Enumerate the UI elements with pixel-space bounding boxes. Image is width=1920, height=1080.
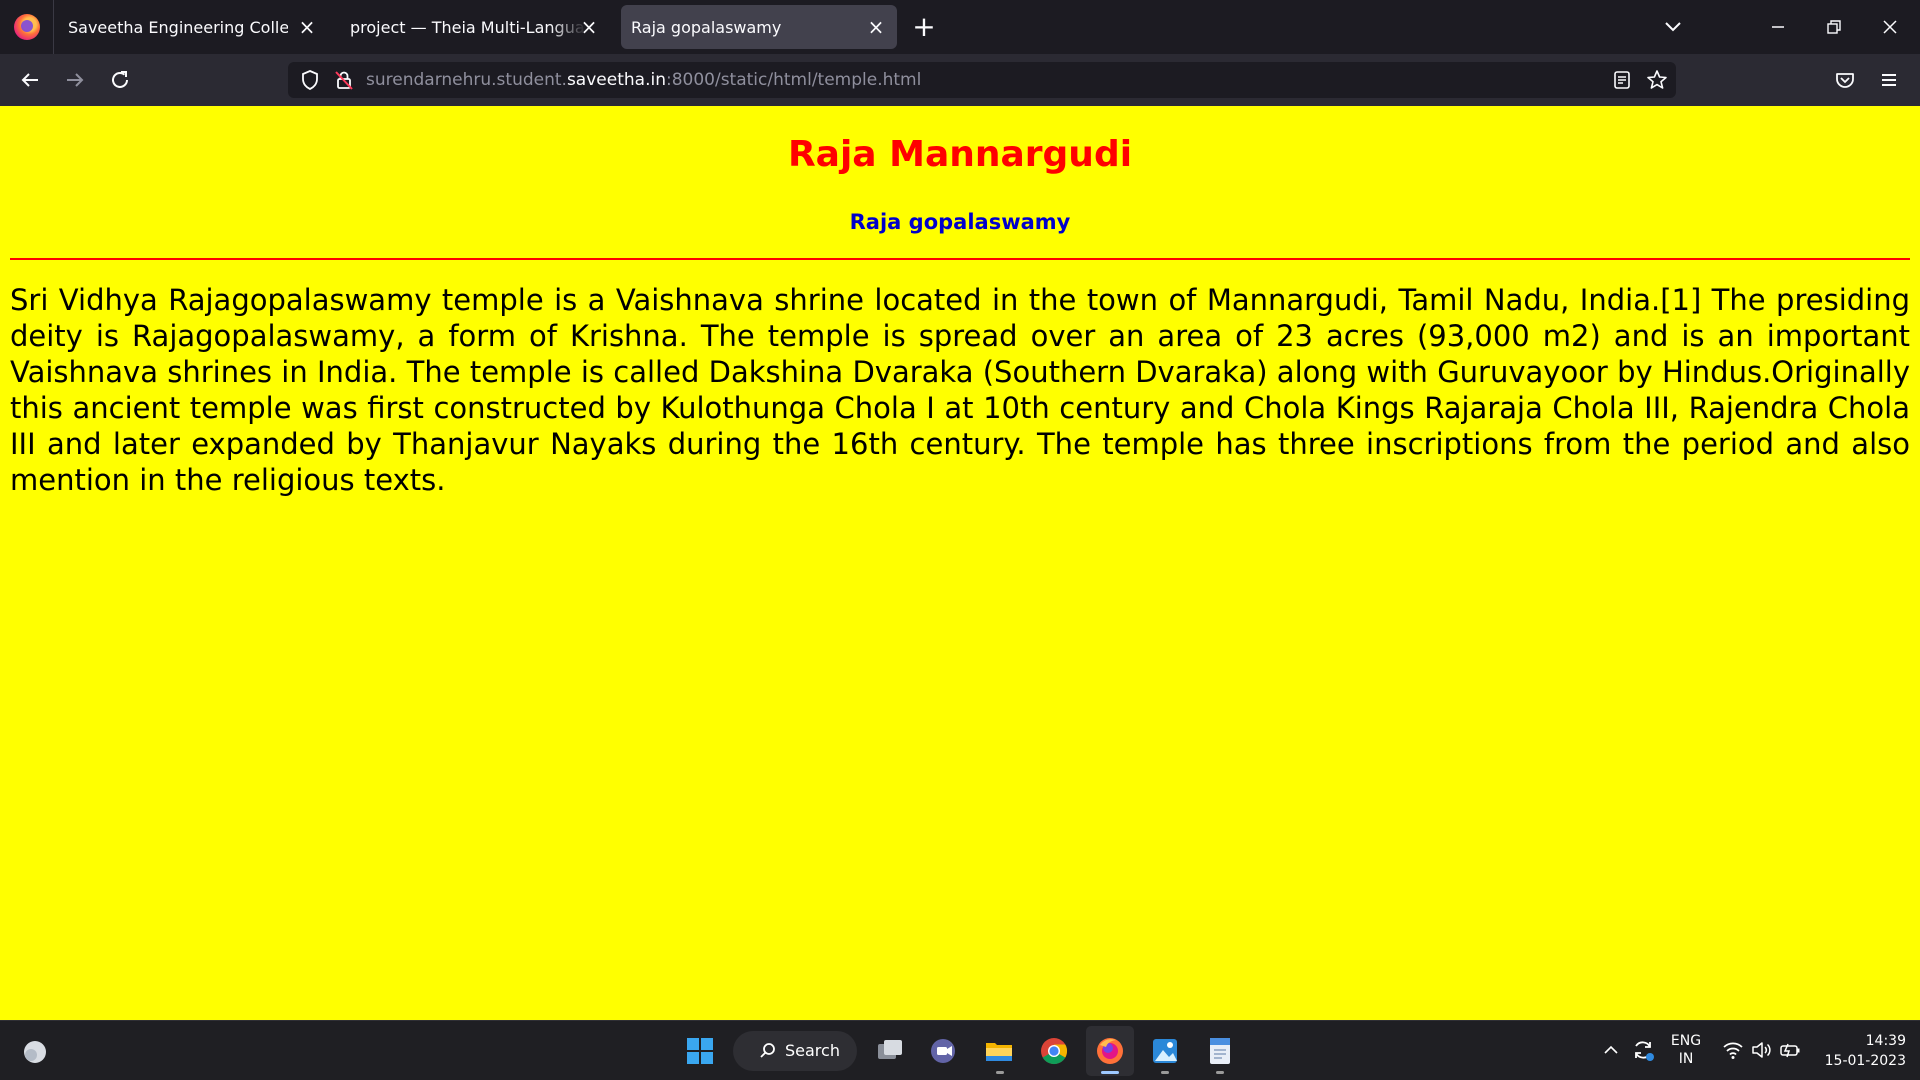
url-path: :8000/static/html/temple.html	[665, 70, 922, 90]
url-prefix: surendarnehru.student.	[366, 70, 567, 90]
tab-theia-project[interactable]: project — Theia Multi-Language Ex ×	[338, 5, 610, 49]
forward-icon[interactable]	[62, 67, 88, 93]
tab-saveetha[interactable]: Saveetha Engineering College ×	[56, 5, 328, 49]
tab-strip: Saveetha Engineering College × project —…	[0, 0, 1920, 54]
taskbar-search-button[interactable]: Search	[733, 1031, 857, 1071]
close-window-icon[interactable]	[1875, 12, 1905, 42]
search-icon	[760, 1043, 775, 1058]
windows-start-icon[interactable]	[684, 1035, 716, 1067]
page-subheading: Raja gopalaswamy	[849, 210, 1071, 234]
pocket-icon[interactable]	[1832, 67, 1858, 93]
file-explorer-icon[interactable]	[983, 1035, 1015, 1067]
volume-icon[interactable]	[1750, 1040, 1772, 1060]
photos-app-icon[interactable]	[1149, 1035, 1181, 1067]
input-language-indicator[interactable]: ENG IN	[1668, 1032, 1704, 1068]
minimize-icon[interactable]	[1763, 12, 1793, 42]
tracking-protection-shield-icon[interactable]	[298, 68, 322, 92]
sync-status-icon[interactable]	[1630, 1037, 1656, 1063]
hamburger-menu-icon[interactable]	[1876, 67, 1902, 93]
list-all-tabs-icon[interactable]	[1660, 14, 1686, 40]
page-heading: Raja Mannargudi	[787, 134, 1133, 175]
wifi-icon[interactable]	[1722, 1040, 1744, 1060]
clock-date: 15-01-2023	[1824, 1053, 1906, 1069]
tab-label: project — Theia Multi-Language Ex	[350, 17, 586, 37]
battery-charging-icon[interactable]	[1778, 1040, 1802, 1060]
running-indicator	[1216, 1071, 1224, 1074]
running-indicator	[1161, 1071, 1169, 1074]
search-label: Search	[785, 1041, 840, 1060]
tab-label: Saveetha Engineering College	[68, 17, 288, 37]
tab-raja-gopalaswamy[interactable]: Raja gopalaswamy ×	[621, 5, 897, 49]
insecure-lock-icon[interactable]	[332, 68, 356, 92]
reload-icon[interactable]	[107, 67, 133, 93]
show-hidden-icons-chevron-icon[interactable]	[1602, 1043, 1620, 1057]
restore-icon[interactable]	[1819, 12, 1849, 42]
tab-separator	[53, 0, 54, 54]
running-indicator	[1101, 1071, 1119, 1074]
tab-label: Raja gopalaswamy	[631, 17, 782, 37]
firefox-logo-icon[interactable]	[14, 14, 40, 40]
running-indicator	[996, 1071, 1004, 1074]
temple-description-paragraph: Sri Vidhya Rajagopalaswamy temple is a V…	[10, 283, 1910, 497]
close-tab-icon[interactable]: ×	[296, 16, 318, 38]
region-code: IN	[1678, 1051, 1694, 1067]
bookmark-star-icon[interactable]	[1645, 68, 1669, 92]
close-tab-icon[interactable]: ×	[865, 16, 887, 38]
horizontal-rule	[10, 258, 1910, 260]
new-tab-button[interactable]: +	[909, 12, 939, 42]
weather-widget-icon[interactable]	[20, 1037, 50, 1067]
task-view-icon[interactable]	[874, 1035, 906, 1067]
firefox-taskbar-icon[interactable]	[1094, 1035, 1126, 1067]
windows-taskbar: Search ENG IN 14:39 15-01-2023	[0, 1020, 1920, 1080]
close-tab-icon[interactable]: ×	[578, 16, 600, 38]
clock-time: 14:39	[1865, 1033, 1906, 1049]
chrome-icon[interactable]	[1038, 1035, 1070, 1067]
navigation-toolbar: surendarnehru.student.saveetha.in:8000/s…	[0, 54, 1920, 106]
address-bar[interactable]: surendarnehru.student.saveetha.in:8000/s…	[288, 62, 1676, 98]
url-domain: saveetha.in	[566, 70, 666, 90]
back-icon[interactable]	[17, 67, 43, 93]
language-code: ENG	[1670, 1033, 1702, 1049]
url-text[interactable]: surendarnehru.student.saveetha.in:8000/s…	[366, 62, 921, 98]
clock[interactable]: 14:39 15-01-2023	[1818, 1031, 1906, 1071]
document-viewer-icon[interactable]	[1204, 1035, 1236, 1067]
reader-view-icon[interactable]	[1611, 69, 1633, 91]
web-page-content: Raja Mannargudi Raja gopalaswamy Sri Vid…	[0, 106, 1920, 1020]
teams-chat-icon[interactable]	[928, 1035, 960, 1067]
